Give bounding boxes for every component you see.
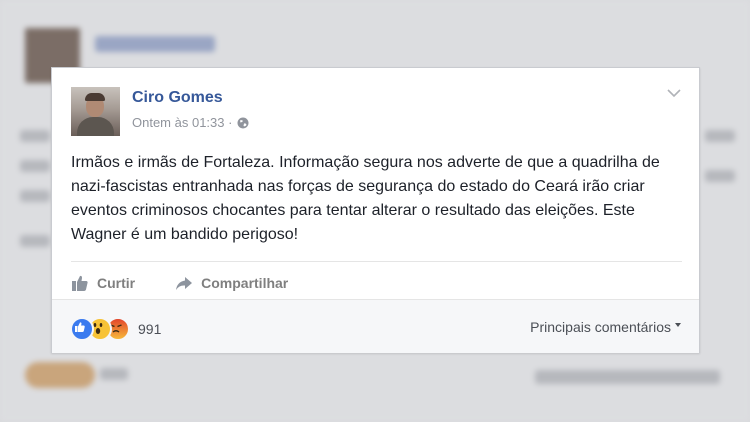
background-count [100, 368, 128, 380]
globe-icon[interactable] [237, 117, 249, 129]
chevron-down-icon[interactable] [667, 88, 681, 98]
post-meta: Ontem às 01:33 · [132, 115, 249, 130]
avatar-hair [85, 93, 105, 101]
share-arrow-icon [176, 277, 193, 290]
author-name[interactable]: Ciro Gomes [132, 89, 223, 107]
like-label: Curtir [97, 275, 136, 291]
background-text-line [20, 235, 50, 247]
background-text-line [20, 130, 50, 142]
action-bar: Curtir Compartilhar [71, 268, 288, 298]
reaction-count[interactable]: 991 [138, 321, 161, 337]
comment-sort-label: Principais comentários [530, 319, 671, 335]
background-sort [535, 370, 720, 384]
post-text: Irmãos e irmãs de Fortaleza. Informação … [71, 154, 660, 243]
thumbs-up-icon [72, 275, 88, 291]
avatar[interactable] [71, 87, 120, 136]
share-button[interactable]: Compartilhar [175, 274, 288, 292]
like-button[interactable]: Curtir [71, 274, 135, 292]
background-text-line [705, 170, 735, 182]
post-footer: 991 Principais comentários [52, 299, 699, 353]
like-reaction-icon [70, 317, 94, 341]
post-card: Ciro Gomes Ontem às 01:33 · Irmãos e irm… [51, 67, 700, 353]
share-label: Compartilhar [201, 275, 289, 291]
divider [71, 261, 682, 262]
timestamp[interactable]: Ontem às 01:33 · [132, 115, 232, 130]
avatar-body [77, 117, 114, 136]
background-text-line [705, 130, 735, 142]
reactions-summary[interactable]: 991 [70, 317, 161, 341]
background-name [95, 36, 215, 52]
background-text-line [20, 190, 50, 202]
caret-down-icon [675, 323, 681, 327]
background-text-line [20, 160, 50, 172]
comment-sort-dropdown[interactable]: Principais comentários [530, 319, 681, 335]
background-reactions [25, 362, 95, 388]
